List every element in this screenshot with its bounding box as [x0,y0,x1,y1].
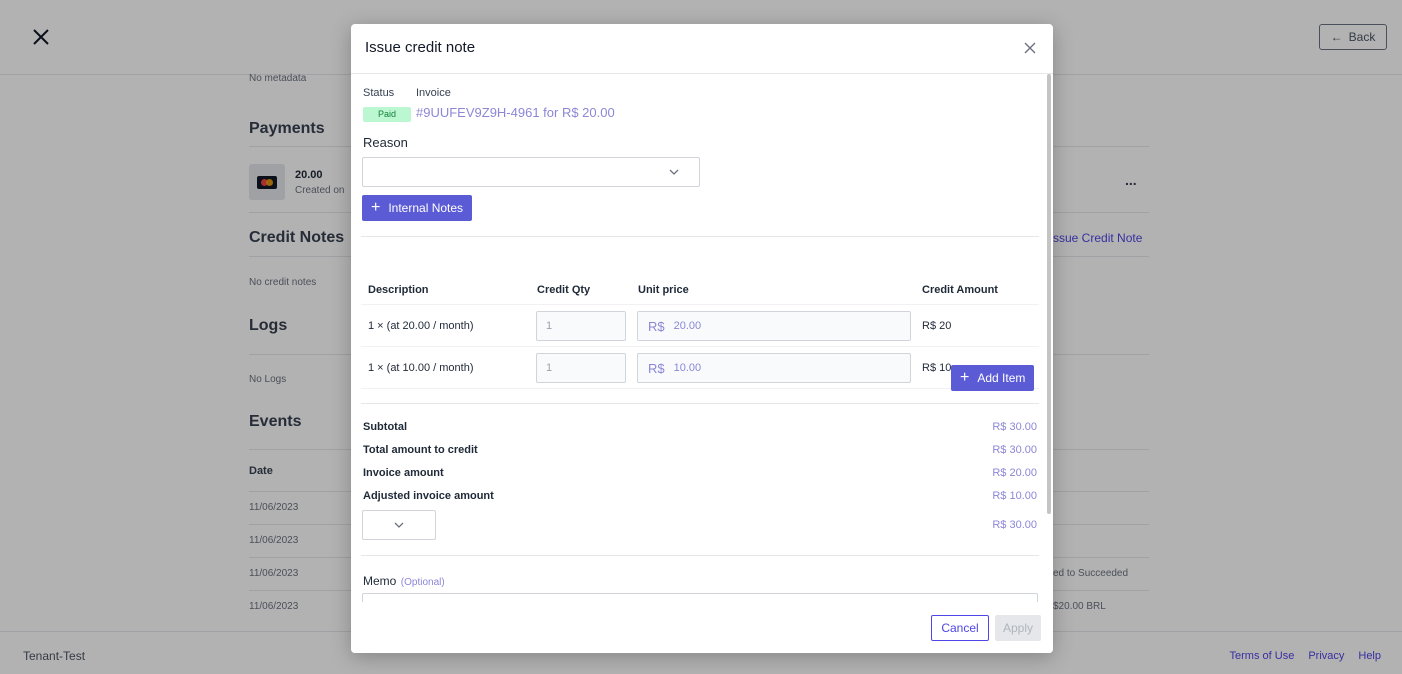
plus-icon: + [960,369,970,386]
col-credit-amount: Credit Amount [922,284,998,296]
apply-button[interactable]: Apply [995,615,1041,641]
divider [361,555,1039,556]
internal-notes-button[interactable]: + Internal Notes [362,195,473,221]
invoice-amount-value: R$ 20.00 [992,467,1037,479]
add-item-button[interactable]: + Add Item [951,365,1035,391]
modal-header: Issue credit note [351,24,1053,74]
memo-textarea[interactable] [362,593,1038,602]
credit-qty-input[interactable]: 1 [536,311,626,341]
divider [361,346,1039,347]
divider [361,304,1039,305]
invoice-label: Invoice [416,87,451,99]
line-item-description: 1 × (at 20.00 / month) [368,320,474,332]
internal-notes-label: Internal Notes [388,201,464,215]
line-item-description: 1 × (at 10.00 / month) [368,362,474,374]
invoice-link[interactable]: #9UUFEV9Z9H-4961 for R$ 20.00 [416,105,615,120]
credit-amount: R$ 10 [922,362,952,374]
divider [361,403,1039,404]
adjusted-invoice-label: Adjusted invoice amount [363,490,494,502]
invoice-amount-label: Invoice amount [363,467,444,479]
total-credit-value: R$ 30.00 [992,444,1037,456]
unit-price-value: 20.00 [673,320,702,332]
credit-qty-input[interactable]: 1 [536,353,626,383]
col-credit-qty: Credit Qty [537,284,591,296]
status-badge: Paid [363,107,411,122]
plus-icon: + [371,199,381,216]
subtotal-label: Subtotal [363,421,407,433]
issue-credit-note-modal: Issue credit note Status Invoice Paid #9… [351,24,1053,653]
currency-label: R$ [648,318,665,334]
refund-value: R$ 30.00 [992,519,1037,531]
add-item-label: Add Item [977,371,1026,385]
chevron-down-icon [669,169,679,175]
unit-price-value: 10.00 [673,362,702,374]
memo-label-group: Memo (Optional) [363,572,445,590]
reason-select[interactable] [362,157,700,187]
adjusted-invoice-value: R$ 10.00 [992,490,1037,502]
unit-price-input[interactable]: R$ 20.00 [637,311,911,341]
currency-label: R$ [648,360,665,376]
divider [361,388,1039,389]
modal-footer: Cancel Apply [351,602,1053,653]
subtotal-value: R$ 30.00 [992,421,1037,433]
memo-optional: (Optional) [400,577,445,588]
modal-body[interactable]: Status Invoice Paid #9UUFEV9Z9H-4961 for… [351,74,1053,602]
close-icon[interactable] [1023,41,1037,55]
cancel-button[interactable]: Cancel [931,615,989,641]
memo-label: Memo [363,574,397,588]
unit-price-input[interactable]: R$ 10.00 [637,353,911,383]
scrollbar[interactable] [1047,74,1051,514]
credit-amount: R$ 20 [922,320,952,332]
refund-method-select[interactable] [362,510,436,540]
modal-title: Issue credit note [365,39,476,56]
reason-label: Reason [363,135,408,150]
divider [361,236,1039,237]
col-description: Description [368,284,429,296]
chevron-down-icon [394,522,404,528]
col-unit-price: Unit price [638,284,689,296]
status-label: Status [363,87,395,99]
total-credit-label: Total amount to credit [363,444,478,456]
